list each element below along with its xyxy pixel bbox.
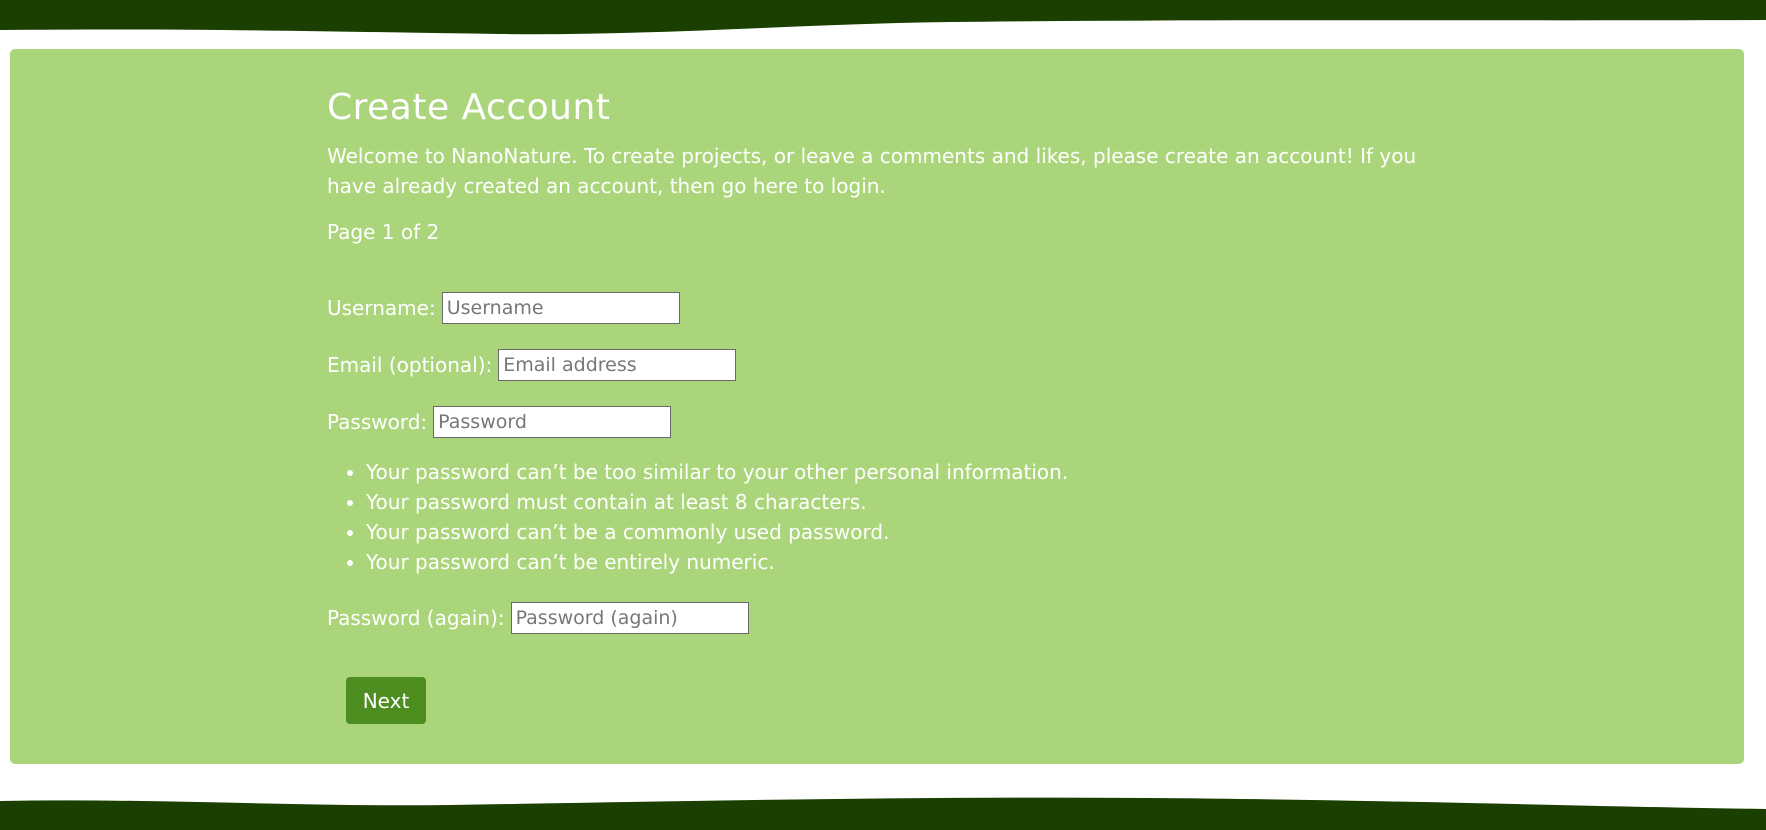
password-again-row: Password (again): [327,600,749,636]
email-input[interactable] [498,349,737,381]
password-rule: Your password can’t be entirely numeric. [366,547,1068,577]
page-title: Create Account [327,87,611,128]
password-rule: Your password can’t be too similar to yo… [366,457,1068,487]
password-input[interactable] [433,406,672,438]
password-again-input[interactable] [510,602,749,634]
password-again-label: Password (again): [327,606,505,630]
intro-text: Welcome to NanoNature. To create project… [327,144,1417,198]
username-label: Username: [327,296,436,320]
username-row: Username: [327,290,680,326]
top-wave-banner [0,0,1766,35]
username-input[interactable] [441,292,680,324]
next-button[interactable]: Next [346,677,426,724]
password-label: Password: [327,410,428,434]
email-row: Email (optional): [327,347,737,383]
password-rule: Your password must contain at least 8 ch… [366,487,1068,517]
password-rule: Your password can’t be a commonly used p… [366,517,1068,547]
email-label: Email (optional): [327,353,493,377]
bottom-wave-shape [0,797,1766,830]
password-row: Password: [327,404,672,440]
top-wave-shape [0,0,1766,35]
signup-panel: Create Account Welcome to NanoNature. To… [10,49,1744,764]
bottom-wave-banner [0,797,1766,830]
password-rules-list: Your password can’t be too similar to yo… [327,457,1068,577]
page-indicator: Page 1 of 2 [327,220,440,244]
